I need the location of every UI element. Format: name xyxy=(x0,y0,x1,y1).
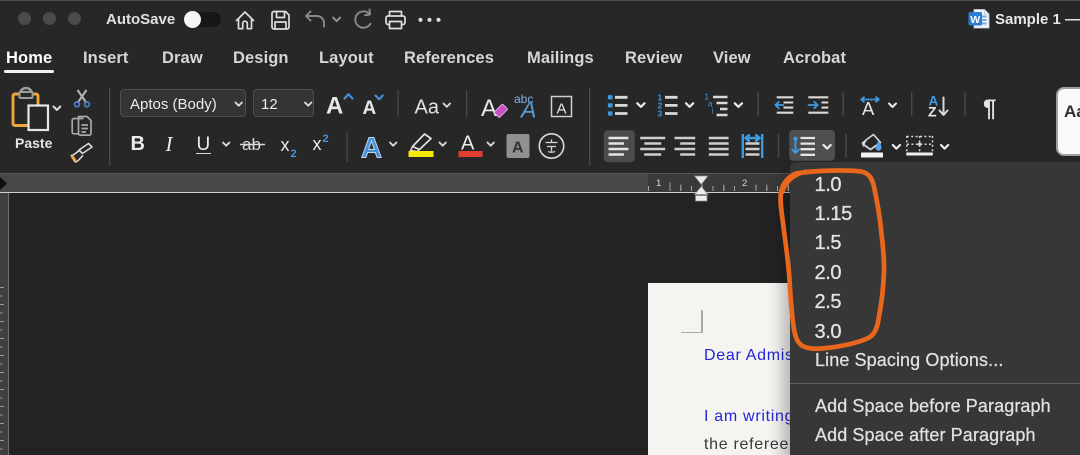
svg-text:A: A xyxy=(557,101,567,118)
svg-text:A: A xyxy=(363,98,377,119)
svg-text:W: W xyxy=(970,14,980,26)
svg-text:Z: Z xyxy=(928,104,937,120)
svg-text:A: A xyxy=(481,95,497,122)
svg-text:A: A xyxy=(361,133,382,165)
svg-text:Aa: Aa xyxy=(415,97,440,119)
svg-text:i: i xyxy=(712,107,714,116)
svg-text:A: A xyxy=(519,97,536,123)
svg-text:¶: ¶ xyxy=(983,95,996,122)
svg-text:2: 2 xyxy=(323,133,329,145)
svg-text:A: A xyxy=(512,140,524,157)
svg-text:3: 3 xyxy=(658,109,663,119)
svg-text:x: x xyxy=(281,135,290,155)
svg-text:x: x xyxy=(313,134,322,154)
svg-text:1: 1 xyxy=(656,178,661,189)
svg-text:A: A xyxy=(326,93,343,120)
svg-text:2: 2 xyxy=(291,148,297,160)
svg-text:2: 2 xyxy=(742,178,747,189)
